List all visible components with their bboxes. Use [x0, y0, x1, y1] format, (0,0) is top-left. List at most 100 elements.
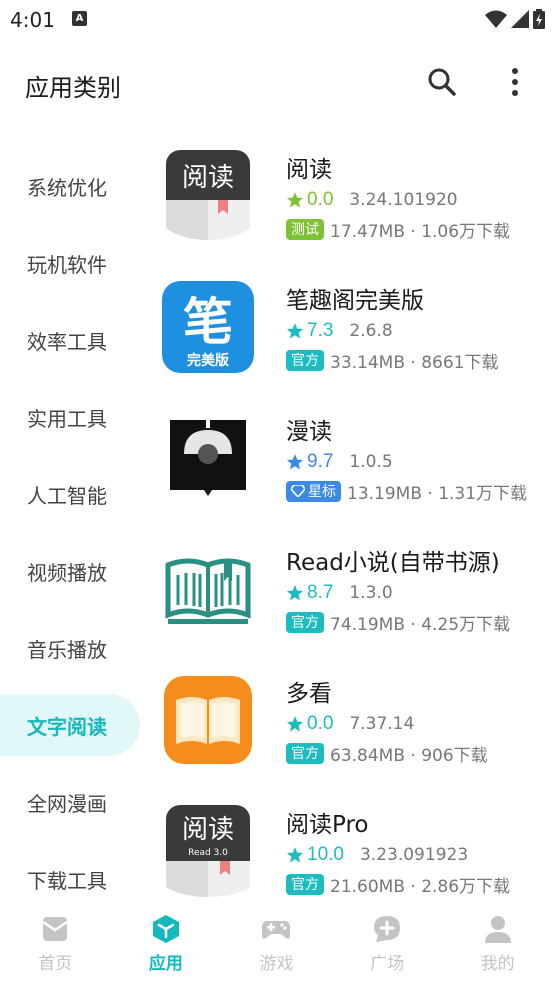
app-bar: 应用类别 — [0, 50, 553, 114]
test-badge: 测试 — [286, 218, 324, 240]
sidebar-item-ai[interactable]: 人工智能 — [0, 456, 140, 533]
nav-label: 首页 — [38, 954, 73, 974]
official-badge: 官方 — [286, 611, 324, 633]
wifi-icon — [485, 10, 507, 28]
rating-score: 7.3 — [307, 320, 334, 341]
app-name: 漫读 — [286, 419, 332, 445]
app-row[interactable]: 多看 0.0 7.37.14 官方 63.84MB · 906下载 — [150, 662, 545, 793]
battery-icon — [533, 9, 545, 29]
app-meta: 星标 13.19MB · 1.31万下载 — [286, 480, 528, 504]
more-vert-icon — [512, 68, 518, 96]
open-book-icon — [162, 543, 254, 635]
sidebar-item-comics[interactable]: 全网漫画 — [0, 764, 140, 841]
app-version: 3.24.101920 — [349, 190, 458, 210]
sidebar-item-video[interactable]: 视频播放 — [0, 533, 140, 610]
app-icon-yuedu-pro: 阅读 Read 3.0 — [162, 805, 254, 897]
app-list: 阅读 阅读 0.0 3.24.101920 测试 17.47MB · 1.06万… — [150, 138, 545, 924]
apps-cube-icon — [152, 915, 179, 943]
signal-icon — [511, 10, 529, 28]
app-name: 多看 — [286, 681, 332, 707]
home-icon — [42, 917, 68, 941]
bottom-nav: 首页 应用 游戏 广场 我的 — [0, 904, 553, 984]
nav-square[interactable]: 广场 — [332, 904, 443, 984]
app-icon-biquge: 笔 完美版 — [162, 281, 254, 373]
sidebar-item-system[interactable]: 系统优化 — [0, 148, 140, 225]
app-name: 阅读Pro — [286, 812, 369, 838]
nav-label: 我的 — [480, 954, 515, 974]
sidebar-item-reading[interactable]: 文字阅读 — [0, 694, 140, 756]
svg-text:笔: 笔 — [183, 292, 233, 351]
status-icons — [485, 8, 545, 30]
nav-home[interactable]: 首页 — [0, 904, 111, 984]
app-meta: 官方 33.14MB · 8661下载 — [286, 349, 499, 373]
nav-games[interactable]: 游戏 — [221, 904, 332, 984]
app-rating: 0.0 7.37.14 — [286, 713, 414, 735]
badge-label: 星标 — [308, 484, 336, 500]
size-downloads: 13.19MB · 1.31万下载 — [347, 483, 528, 504]
more-options-button[interactable] — [503, 66, 527, 98]
size-downloads: 33.14MB · 8661下载 — [330, 352, 499, 373]
rating-score: 10.0 — [307, 844, 344, 865]
svg-text:阅读: 阅读 — [182, 163, 234, 193]
star-icon — [286, 192, 304, 208]
status-bar: 4:01 A — [0, 0, 553, 40]
app-rating: 9.7 1.0.5 — [286, 451, 393, 473]
nav-mine[interactable]: 我的 — [442, 904, 553, 984]
app-version: 3.23.091923 — [359, 845, 469, 865]
app-version: 2.6.8 — [349, 321, 393, 341]
app-name: 笔趣阁完美版 — [286, 288, 424, 314]
app-icon-duokan — [162, 674, 254, 766]
app-row[interactable]: Read小说(自带书源) 8.7 1.3.0 官方 74.19MB · 4.25… — [150, 531, 545, 662]
app-rating: 0.0 3.24.101920 — [286, 189, 458, 211]
sidebar-item-tweak[interactable]: 玩机软件 — [0, 225, 140, 302]
starred-badge: 星标 — [286, 480, 341, 502]
star-icon — [286, 847, 304, 863]
app-version: 7.37.14 — [349, 714, 415, 734]
nav-apps[interactable]: 应用 — [111, 904, 222, 984]
sidebar-item-efficiency[interactable]: 效率工具 — [0, 302, 140, 379]
star-icon — [286, 323, 304, 339]
chat-bubble-icon — [374, 916, 401, 942]
notification-icon: A — [72, 11, 87, 26]
svg-text:完美版: 完美版 — [187, 352, 229, 369]
person-icon — [484, 916, 511, 943]
official-badge: 官方 — [286, 873, 324, 895]
app-rating: 7.3 2.6.8 — [286, 320, 393, 342]
nav-label: 游戏 — [259, 954, 294, 974]
size-downloads: 21.60MB · 2.86万下载 — [330, 876, 511, 897]
app-icon-yuedu: 阅读 — [162, 150, 254, 242]
size-downloads: 63.84MB · 906下载 — [330, 745, 488, 766]
size-downloads: 17.47MB · 1.06万下载 — [330, 221, 511, 242]
star-icon — [286, 716, 304, 732]
app-meta: 测试 17.47MB · 1.06万下载 — [286, 218, 511, 242]
app-icon-read-novel — [162, 543, 254, 635]
star-icon — [286, 585, 304, 601]
orange-book-icon — [164, 676, 252, 764]
search-button[interactable] — [426, 66, 458, 98]
svg-text:阅读: 阅读 — [182, 815, 234, 845]
star-icon — [286, 454, 304, 470]
official-badge: 官方 — [286, 742, 324, 764]
rating-score: 0.0 — [307, 189, 334, 210]
brush-character-icon: 笔 完美版 — [162, 281, 254, 373]
app-rating: 10.0 3.23.091923 — [286, 844, 468, 866]
app-meta: 官方 63.84MB · 906下载 — [286, 742, 488, 766]
app-meta: 官方 74.19MB · 4.25万下载 — [286, 611, 510, 635]
app-row[interactable]: 阅读 阅读 0.0 3.24.101920 测试 17.47MB · 1.06万… — [150, 138, 545, 269]
app-name: 阅读 — [286, 157, 332, 183]
sidebar-item-utility[interactable]: 实用工具 — [0, 379, 140, 456]
app-version: 1.3.0 — [349, 583, 393, 603]
lamp-icon — [162, 412, 254, 504]
app-row[interactable]: 漫读 9.7 1.0.5 星标 13.19MB · 1.31万下载 — [150, 400, 545, 531]
book-icon: 阅读 — [162, 150, 254, 242]
sidebar-item-music[interactable]: 音乐播放 — [0, 610, 140, 687]
app-version: 1.0.5 — [349, 452, 393, 472]
svg-text:Read 3.0: Read 3.0 — [188, 848, 228, 858]
status-time: 4:01 — [10, 8, 55, 32]
diamond-icon — [291, 485, 305, 497]
nav-label: 应用 — [148, 954, 183, 974]
app-row[interactable]: 笔 完美版 笔趣阁完美版 7.3 2.6.8 官方 33.14MB · 8661… — [150, 269, 545, 400]
official-badge: 官方 — [286, 349, 324, 371]
book-icon: 阅读 Read 3.0 — [162, 805, 254, 897]
nav-label: 广场 — [370, 954, 405, 974]
